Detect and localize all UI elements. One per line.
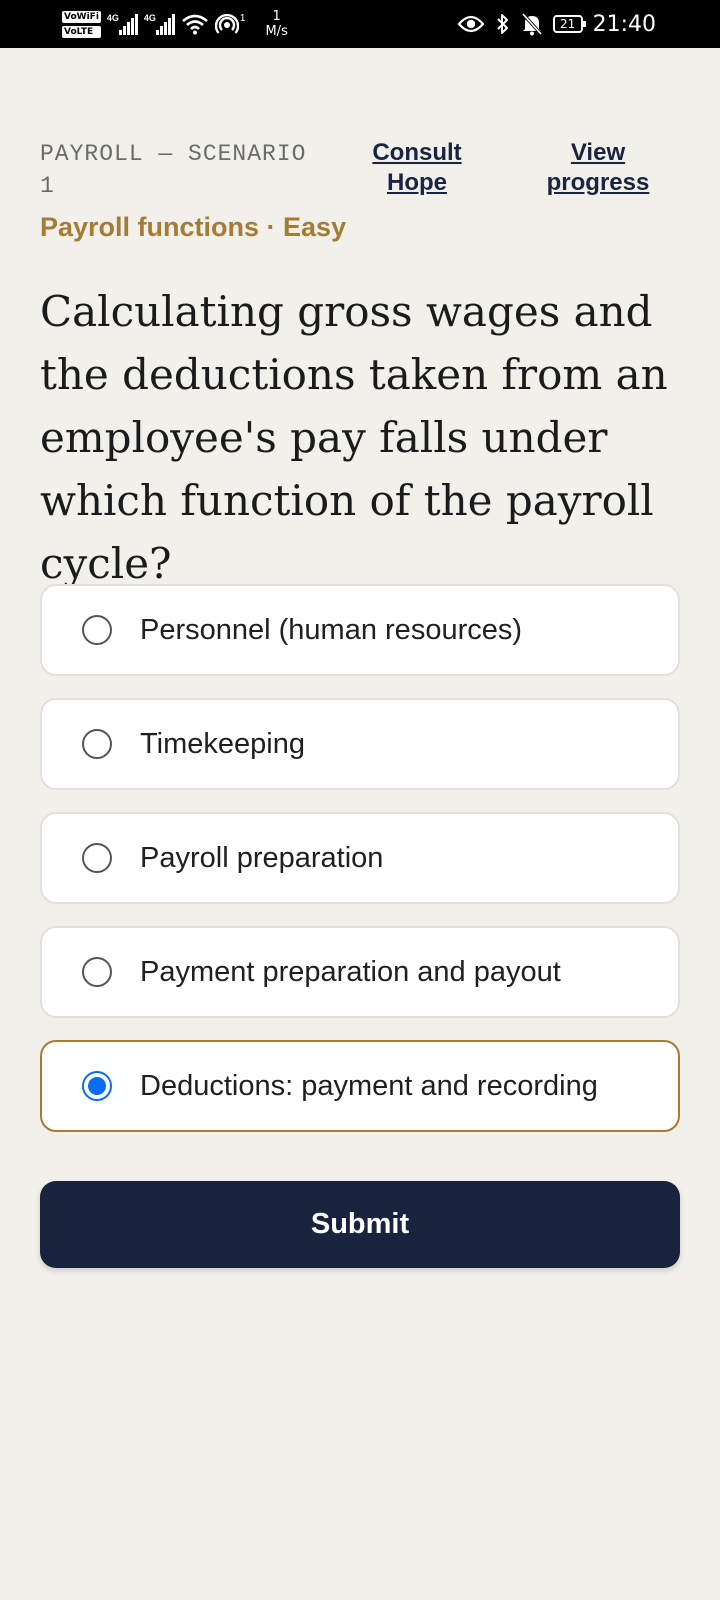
bell-muted-icon	[521, 12, 542, 36]
answer-option[interactable]: Payroll preparation	[40, 812, 680, 904]
category-difficulty: Payroll functions · Easy	[40, 212, 347, 242]
eye-icon	[457, 15, 485, 33]
answer-option-label: Payroll preparation	[140, 841, 384, 874]
answer-option[interactable]: Timekeeping	[40, 698, 680, 790]
speed-unit: M/s	[265, 24, 288, 39]
answer-option-label: Personnel (human resources)	[140, 613, 523, 646]
battery-icon: 21	[552, 15, 586, 33]
scenario-label: PAYROLL — SCENARIO 1	[40, 141, 307, 199]
status-right: 21 21:40	[457, 12, 656, 37]
answer-options: Personnel (human resources) Timekeeping Pa…	[40, 584, 680, 1154]
clock: 21:40	[592, 11, 656, 37]
volte-badge: VoLTE	[62, 25, 101, 38]
sim1-signal-icon: 4G	[107, 13, 138, 35]
hotspot-indicator: 1	[214, 13, 246, 35]
volte-indicators: VoWiFi VoLTE	[62, 10, 101, 38]
status-bar: VoWiFi VoLTE 4G 4G 1 1 M/s 21 21:40	[0, 0, 720, 48]
radio-unselected-icon[interactable]	[82, 957, 112, 987]
wifi-icon	[182, 14, 208, 35]
hotspot-icon	[214, 13, 239, 34]
question-text: Calculating gross wages and the deductio…	[40, 287, 668, 588]
speed-value: 1	[272, 9, 281, 24]
submit-button[interactable]: Submit	[40, 1181, 680, 1268]
answer-option-label: Timekeeping	[140, 727, 305, 760]
view-progress-link[interactable]: View progress	[528, 138, 668, 198]
vowifi-badge: VoWiFi	[62, 10, 101, 23]
battery-level: 21	[559, 17, 576, 31]
radio-unselected-icon[interactable]	[82, 615, 112, 645]
answer-option[interactable]: Deductions: payment and recording	[40, 1040, 680, 1132]
network-speed: 1 M/s	[265, 9, 287, 39]
consult-hope-link[interactable]: Consult Hope	[357, 138, 477, 198]
hotspot-count: 1	[239, 13, 246, 24]
sim2-signal-icon: 4G	[144, 13, 175, 35]
status-left: VoWiFi VoLTE 4G 4G 1 1 M/s	[62, 9, 288, 39]
answer-option-label: Payment preparation and payout	[140, 955, 561, 988]
header: PAYROLL — SCENARIO 1 Consult Hope View p…	[40, 138, 680, 200]
bluetooth-icon	[496, 14, 508, 34]
radio-selected-icon[interactable]	[82, 1071, 112, 1101]
radio-unselected-icon[interactable]	[82, 729, 112, 759]
radio-unselected-icon[interactable]	[82, 843, 112, 873]
answer-option[interactable]: Payment preparation and payout	[40, 926, 680, 1018]
answer-option[interactable]: Personnel (human resources)	[40, 584, 680, 676]
answer-option-label: Deductions: payment and recording	[140, 1069, 598, 1102]
